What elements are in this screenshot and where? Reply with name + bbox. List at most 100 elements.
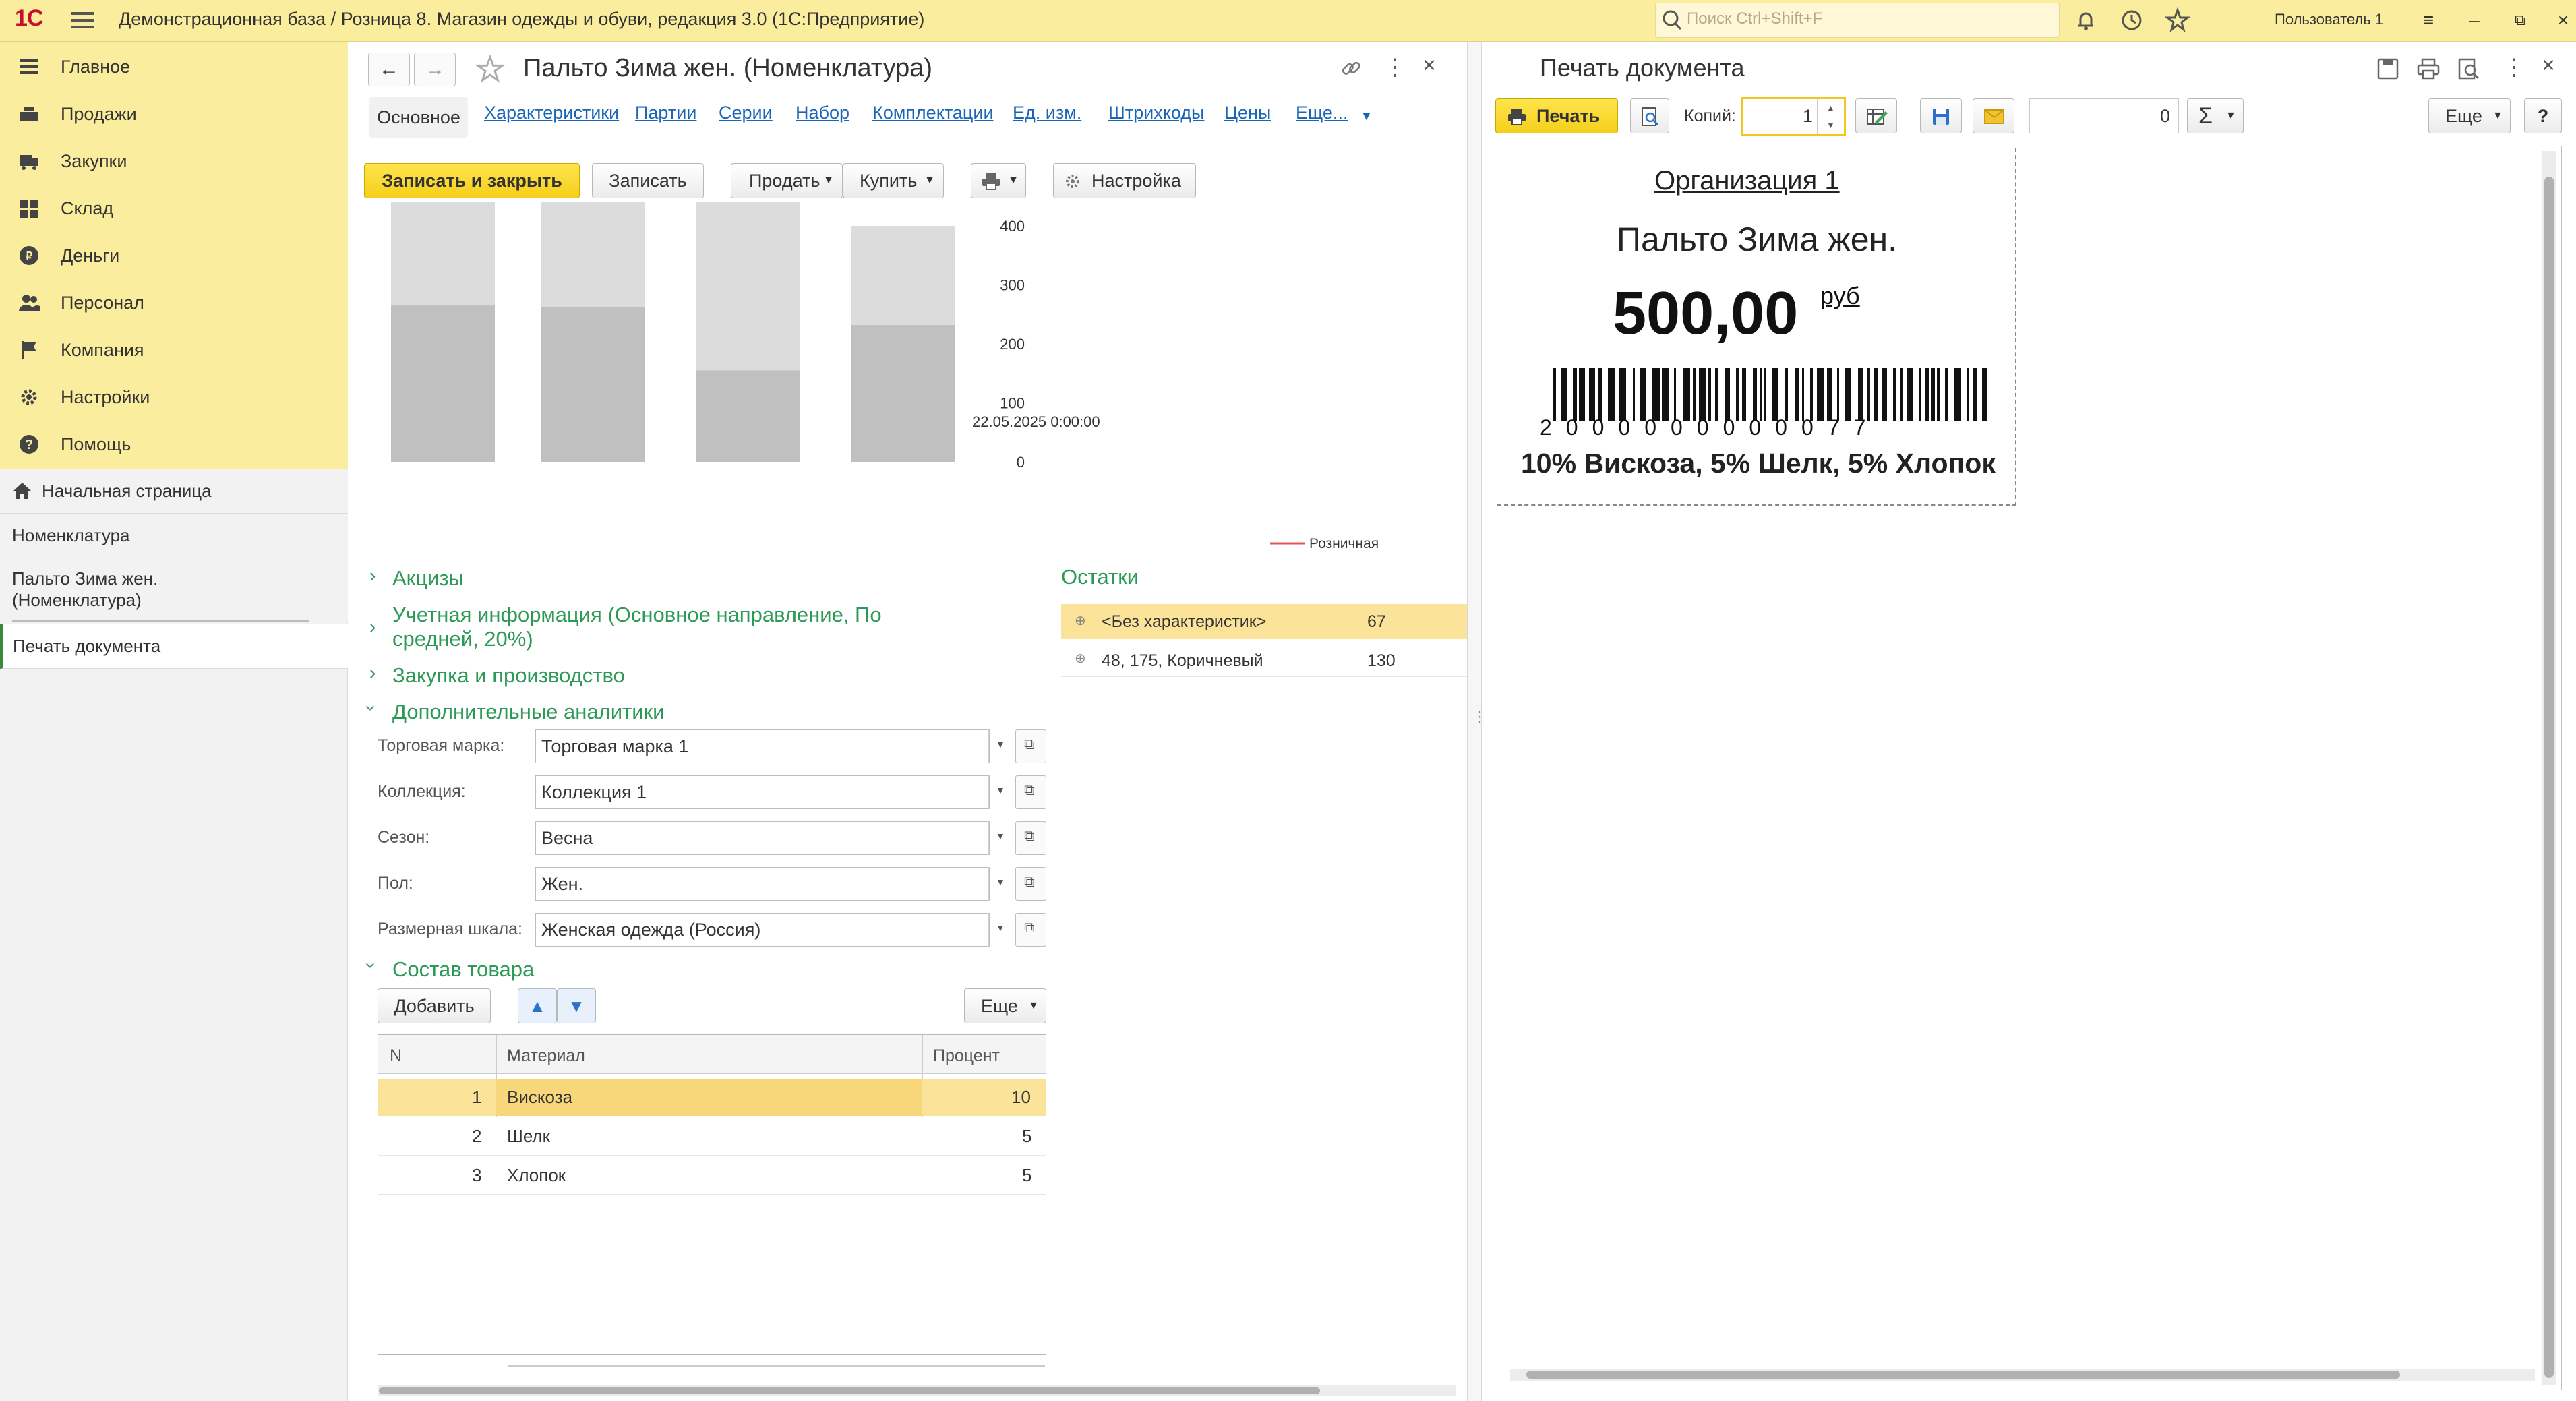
main-menu-icon[interactable]: [71, 8, 94, 32]
edit-document-button[interactable]: [1855, 98, 1897, 133]
close-window-icon[interactable]: ×: [2548, 5, 2576, 35]
sidebar-item-company[interactable]: Компания: [0, 326, 348, 374]
preview-button[interactable]: [1630, 98, 1669, 133]
sidebar-item-personnel[interactable]: Персонал: [0, 279, 348, 326]
buy-button[interactable]: Купить ▼: [843, 163, 944, 198]
back-button[interactable]: ←: [368, 53, 410, 86]
close-print-icon[interactable]: ×: [2542, 53, 2555, 79]
size-scale-field[interactable]: Женская одежда (Россия): [535, 913, 990, 947]
minimize-icon[interactable]: –: [2459, 5, 2489, 35]
gender-open-button[interactable]: ⧉: [1015, 867, 1046, 901]
save-and-close-button[interactable]: Записать и закрыть: [364, 163, 580, 198]
tab-series[interactable]: Серии: [719, 102, 773, 123]
sell-button[interactable]: Продать ▼: [731, 163, 843, 198]
save-file-button[interactable]: [1920, 98, 1962, 133]
favorite-star-icon[interactable]: [475, 54, 506, 85]
print-button[interactable]: Печать: [1495, 98, 1618, 133]
column-header-material[interactable]: Материал: [507, 1046, 585, 1066]
drag-handle-icon[interactable]: ⋮: [1472, 708, 1487, 725]
sidebar-item-money[interactable]: ₽ Деньги: [0, 232, 348, 279]
move-down-button[interactable]: ▼: [557, 988, 596, 1023]
chevron-down-icon[interactable]: ›: [361, 705, 382, 711]
chevron-right-icon[interactable]: ›: [369, 616, 376, 638]
restore-icon[interactable]: ⧉: [2505, 5, 2535, 35]
move-up-button[interactable]: ▲: [518, 988, 557, 1023]
preview-icon[interactable]: [2457, 57, 2481, 81]
chevron-down-icon[interactable]: ›: [361, 962, 382, 968]
collection-field[interactable]: Коллекция 1: [535, 775, 990, 809]
collection-open-button[interactable]: ⧉: [1015, 775, 1046, 809]
brand-field[interactable]: Торговая марка 1: [535, 729, 990, 763]
composition-more-button[interactable]: Еще ▼: [964, 988, 1046, 1023]
favorites-star-icon[interactable]: [2164, 7, 2191, 34]
printer-icon[interactable]: [2416, 57, 2440, 81]
chevron-down-icon[interactable]: ▼: [1360, 109, 1373, 123]
user-name[interactable]: Пользователь 1: [2275, 11, 2383, 28]
tab-kits[interactable]: Комплектации: [872, 102, 994, 123]
season-dropdown[interactable]: ▼: [988, 821, 1011, 855]
send-email-button[interactable]: [1973, 98, 2014, 133]
settings-button[interactable]: Настройка: [1053, 163, 1196, 198]
column-header-percent[interactable]: Процент: [933, 1046, 1000, 1066]
sidebar-item-warehouse[interactable]: Склад: [0, 185, 348, 232]
collection-dropdown[interactable]: ▼: [988, 775, 1011, 809]
tab-characteristics[interactable]: Характеристики: [484, 102, 619, 123]
link-icon[interactable]: [1339, 57, 1363, 81]
tab-units[interactable]: Ед. изм.: [1013, 102, 1081, 123]
preview-hscroll-thumb[interactable]: [1526, 1371, 2400, 1379]
column-header-n[interactable]: N: [390, 1046, 402, 1066]
open-window-nomenclature[interactable]: Номенклатура: [0, 514, 348, 558]
print-more-button[interactable]: Еще ▼: [2428, 98, 2511, 133]
app-logo[interactable]: 1С: [15, 5, 43, 32]
expand-icon[interactable]: ⊕: [1075, 612, 1086, 629]
form-hscroll-thumb[interactable]: [379, 1387, 1320, 1394]
size-scale-open-button[interactable]: ⧉: [1015, 913, 1046, 947]
section-excise[interactable]: Акцизы: [392, 566, 464, 591]
preview-vscroll-thumb[interactable]: [2544, 177, 2554, 1378]
add-button[interactable]: Добавить: [378, 988, 491, 1023]
size-scale-dropdown[interactable]: ▼: [988, 913, 1011, 947]
tab-batches[interactable]: Партии: [635, 102, 696, 123]
more-vertical-icon[interactable]: ⋮: [2503, 54, 2525, 81]
window-menu-icon[interactable]: ≡: [2414, 5, 2443, 35]
tab-set[interactable]: Набор: [796, 102, 849, 123]
close-form-icon[interactable]: ×: [1422, 53, 1436, 79]
chevron-right-icon[interactable]: ›: [369, 565, 376, 587]
sidebar-item-main[interactable]: Главное: [0, 43, 348, 90]
gender-field[interactable]: Жен.: [535, 867, 990, 901]
open-window-item-card[interactable]: Пальто Зима жен. (Номенклатура): [0, 558, 348, 623]
save-icon[interactable]: [2376, 57, 2400, 81]
season-field[interactable]: Весна: [535, 821, 990, 855]
bell-icon[interactable]: [2072, 7, 2099, 34]
sidebar-item-purchases[interactable]: Закупки: [0, 138, 348, 185]
help-button[interactable]: ?: [2524, 98, 2562, 133]
copies-spinner[interactable]: ▲ ▼: [1817, 99, 1844, 134]
open-window-home[interactable]: Начальная страница: [0, 469, 348, 514]
open-window-print[interactable]: Печать документа: [0, 624, 348, 669]
section-accounting[interactable]: Учетная информация (Основное направление…: [392, 603, 882, 627]
section-composition[interactable]: Состав товара: [392, 957, 534, 982]
history-icon[interactable]: [2118, 7, 2145, 34]
season-open-button[interactable]: ⧉: [1015, 821, 1046, 855]
sidebar-item-sales[interactable]: Продажи: [0, 90, 348, 138]
section-analytics[interactable]: Дополнительные аналитики: [392, 700, 664, 724]
tab-barcodes[interactable]: Штрихкоды: [1108, 102, 1204, 123]
tab-prices[interactable]: Цены: [1224, 102, 1271, 123]
sidebar-item-settings[interactable]: Настройки: [0, 374, 348, 421]
brand-dropdown[interactable]: ▼: [988, 729, 1011, 763]
table-scrollbar[interactable]: [508, 1365, 1045, 1367]
forward-button[interactable]: →: [414, 53, 456, 86]
tab-more[interactable]: Еще...: [1296, 102, 1348, 123]
copies-input[interactable]: 1 ▲ ▼: [1741, 97, 1846, 136]
sidebar-item-help[interactable]: ? Помощь: [0, 421, 348, 468]
chevron-right-icon[interactable]: ›: [369, 662, 376, 684]
section-purchase[interactable]: Закупка и производство: [392, 663, 625, 688]
sum-field[interactable]: 0: [2029, 98, 2179, 133]
expand-icon[interactable]: ⊕: [1075, 650, 1086, 667]
print-menu-button[interactable]: ▼: [971, 163, 1026, 198]
sum-menu-button[interactable]: Σ ▼: [2187, 98, 2244, 133]
tab-main[interactable]: Основное: [369, 97, 468, 138]
section-accounting-line2[interactable]: средней, 20%): [392, 627, 533, 651]
gender-dropdown[interactable]: ▼: [988, 867, 1011, 901]
more-vertical-icon[interactable]: ⋮: [1383, 54, 1406, 81]
